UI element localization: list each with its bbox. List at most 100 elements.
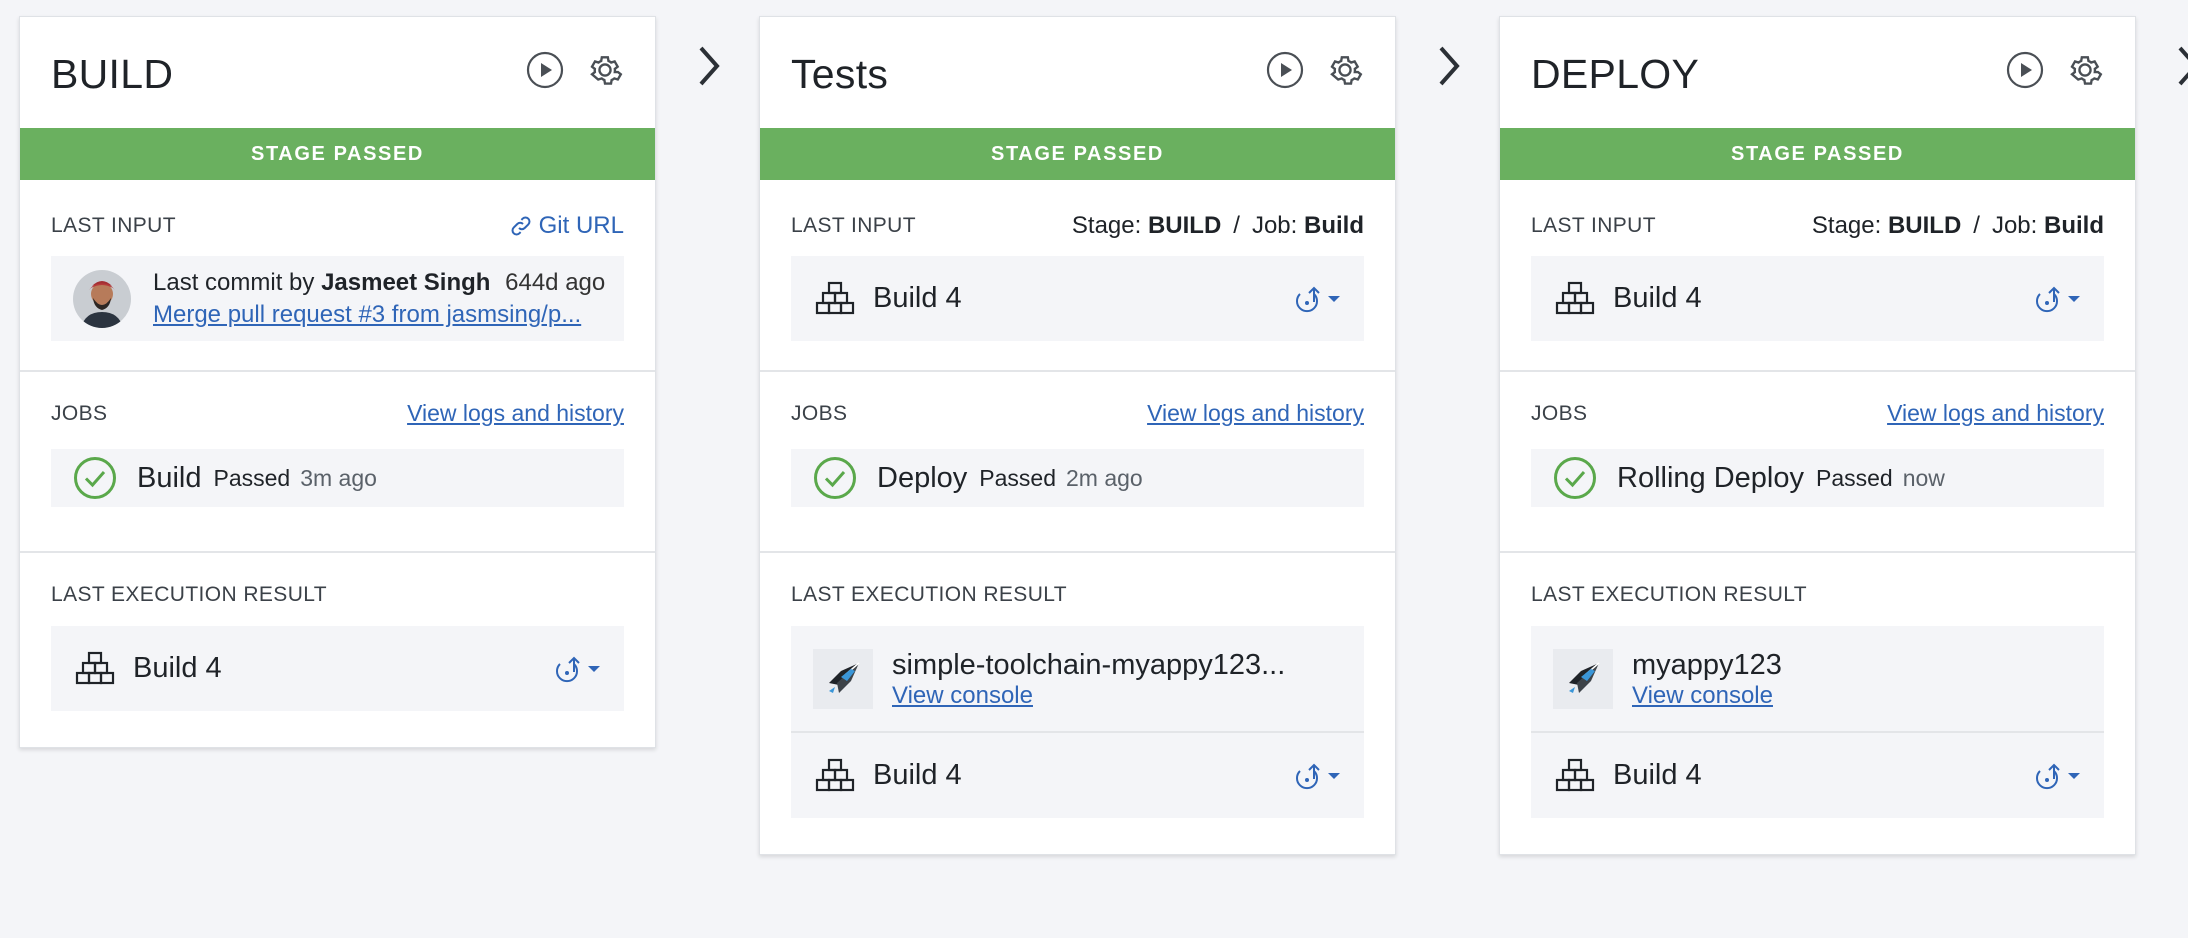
deploy-result-tile: simple-toolchain-myappy123... View conso… (791, 626, 1364, 731)
commit-prefix: Last commit by (153, 268, 315, 296)
last-execution-section: LAST EXECUTION RESULT simple-toolchain-m… (760, 553, 1395, 854)
job-name: Rolling Deploy (1617, 461, 1804, 494)
section-label: LAST EXECUTION RESULT (1531, 583, 1808, 606)
caret-down-icon (588, 665, 600, 672)
redeploy-dropdown[interactable] (1292, 761, 1340, 791)
job-tile[interactable]: Rolling Deploy Passed now (1531, 449, 2104, 507)
input-build-tile[interactable]: Build 4 (791, 256, 1364, 341)
check-circle-icon (74, 457, 116, 499)
job-time: 2m ago (1066, 464, 1143, 491)
job-tile[interactable]: Build Passed 3m ago (51, 449, 624, 507)
job-status: Passed (979, 464, 1056, 491)
redeploy-dropdown[interactable] (552, 654, 600, 684)
link-icon (511, 216, 531, 236)
section-head: LAST EXECUTION RESULT (1531, 553, 2104, 607)
job-status: Passed (1816, 464, 1893, 491)
stage-actions (2006, 51, 2104, 89)
build-tile[interactable]: Build 4 (791, 733, 1364, 818)
redeploy-dropdown[interactable] (2032, 761, 2080, 791)
build-blocks-icon (815, 758, 855, 791)
job-status: Passed (213, 464, 291, 491)
stage-card-build: BUILD STAGE PASSED LAST INPUT Git URL La… (19, 16, 656, 748)
input-stage-ref: Stage: BUILD / Job: Build (1072, 212, 1364, 240)
stage-prefix: Stage: (1811, 212, 1882, 239)
input-build-tile[interactable]: Build 4 (1531, 256, 2104, 341)
section-label: LAST INPUT (1531, 214, 1656, 237)
stage-status-banner: STAGE PASSED (20, 128, 655, 180)
check-circle-icon (1554, 457, 1596, 499)
section-head: LAST INPUT Git URL (51, 180, 624, 240)
input-job-name: Build (1304, 212, 1364, 239)
view-console-link[interactable]: View console (1632, 682, 1782, 710)
stage-header: DEPLOY (1500, 17, 2135, 128)
stage-status-banner: STAGE PASSED (760, 128, 1395, 180)
build-blocks-icon (75, 651, 115, 684)
chevron-right-icon (2178, 46, 2188, 86)
gear-icon[interactable] (586, 51, 624, 89)
input-stage-ref: Stage: BUILD / Job: Build (1812, 212, 2104, 240)
deploy-app-name: simple-toolchain-myappy123... (892, 648, 1286, 681)
section-head: LAST INPUT Stage: BUILD / Job: Build (791, 180, 1364, 240)
redeploy-icon (2036, 763, 2060, 789)
gear-icon[interactable] (1326, 51, 1364, 89)
build-name: Build 4 (133, 652, 222, 684)
jobs-section: JOBS View logs and history Build Passed … (20, 372, 655, 553)
redeploy-dropdown[interactable] (1292, 284, 1340, 314)
play-icon[interactable] (1266, 51, 1304, 89)
jobs-section: JOBS View logs and history Rolling Deplo… (1500, 372, 2135, 553)
job-prefix: Job: (1991, 212, 2038, 239)
deploy-app-name: myappy123 (1632, 648, 1782, 681)
input-job-name: Build (2044, 212, 2104, 239)
play-icon[interactable] (2006, 51, 2044, 89)
build-tile[interactable]: Build 4 (51, 626, 624, 711)
build-tile[interactable]: Build 4 (1531, 733, 2104, 818)
commit-info: Last commit by Jasmeet Singh 644d ago Me… (153, 267, 606, 331)
build-blocks-icon (1555, 281, 1595, 314)
git-url-link[interactable]: Git URL (509, 212, 624, 240)
section-head: JOBS View logs and history (1531, 372, 2104, 427)
commit-tile: Last commit by Jasmeet Singh 644d ago Me… (51, 256, 624, 341)
build-name: Build 4 (873, 282, 962, 314)
git-url-label: Git URL (538, 212, 624, 239)
build-name: Build 4 (873, 759, 962, 791)
gear-icon[interactable] (2066, 51, 2104, 89)
rocket-icon (813, 648, 873, 709)
section-head: LAST EXECUTION RESULT (51, 553, 624, 607)
deploy-info: simple-toolchain-myappy123... View conso… (892, 648, 1285, 710)
chevron-right-icon (1439, 46, 1460, 86)
input-stage-name: BUILD (1147, 212, 1222, 239)
view-logs-link[interactable]: View logs and history (1147, 400, 1364, 427)
redeploy-icon (1296, 763, 1320, 789)
job-name: Deploy (877, 461, 968, 494)
job-tile[interactable]: Deploy Passed 2m ago (791, 449, 1364, 507)
commit-age: 644d ago (505, 268, 606, 296)
commit-message-link[interactable]: Merge pull request #3 from jasmsing/p... (153, 299, 602, 331)
view-logs-link[interactable]: View logs and history (407, 400, 624, 427)
view-logs-link[interactable]: View logs and history (1887, 400, 2104, 427)
redeploy-dropdown[interactable] (2032, 284, 2080, 314)
separator: / (1233, 212, 1240, 239)
stage-header: BUILD (20, 17, 655, 128)
job-time: now (1902, 464, 1945, 491)
view-console-link[interactable]: View console (892, 682, 1285, 710)
job-time: 3m ago (300, 464, 377, 491)
section-label: JOBS (1531, 401, 1588, 425)
stage-title: BUILD (51, 51, 174, 97)
play-icon[interactable] (526, 51, 564, 89)
input-stage-name: BUILD (1887, 212, 1962, 239)
last-execution-section: LAST EXECUTION RESULT Build 4 (20, 553, 655, 747)
last-input-section: LAST INPUT Stage: BUILD / Job: Build Build… (1500, 180, 2135, 372)
check-circle-icon (814, 457, 856, 499)
deploy-result-tile: myappy123 View console (1531, 626, 2104, 731)
rocket-icon (1553, 648, 1613, 709)
stage-card-tests: Tests STAGE PASSED LAST INPUT Stage: BUI… (759, 16, 1396, 855)
stage-actions (1266, 51, 1364, 89)
job-prefix: Job: (1251, 212, 1298, 239)
section-label: JOBS (51, 401, 108, 425)
build-blocks-icon (1555, 758, 1595, 791)
last-input-section: LAST INPUT Stage: BUILD / Job: Build Build… (760, 180, 1395, 372)
section-label: LAST EXECUTION RESULT (51, 583, 328, 606)
caret-down-icon (1328, 772, 1340, 779)
section-head: JOBS View logs and history (51, 372, 624, 427)
last-input-section: LAST INPUT Git URL Last commit by Jasmee… (20, 180, 655, 372)
